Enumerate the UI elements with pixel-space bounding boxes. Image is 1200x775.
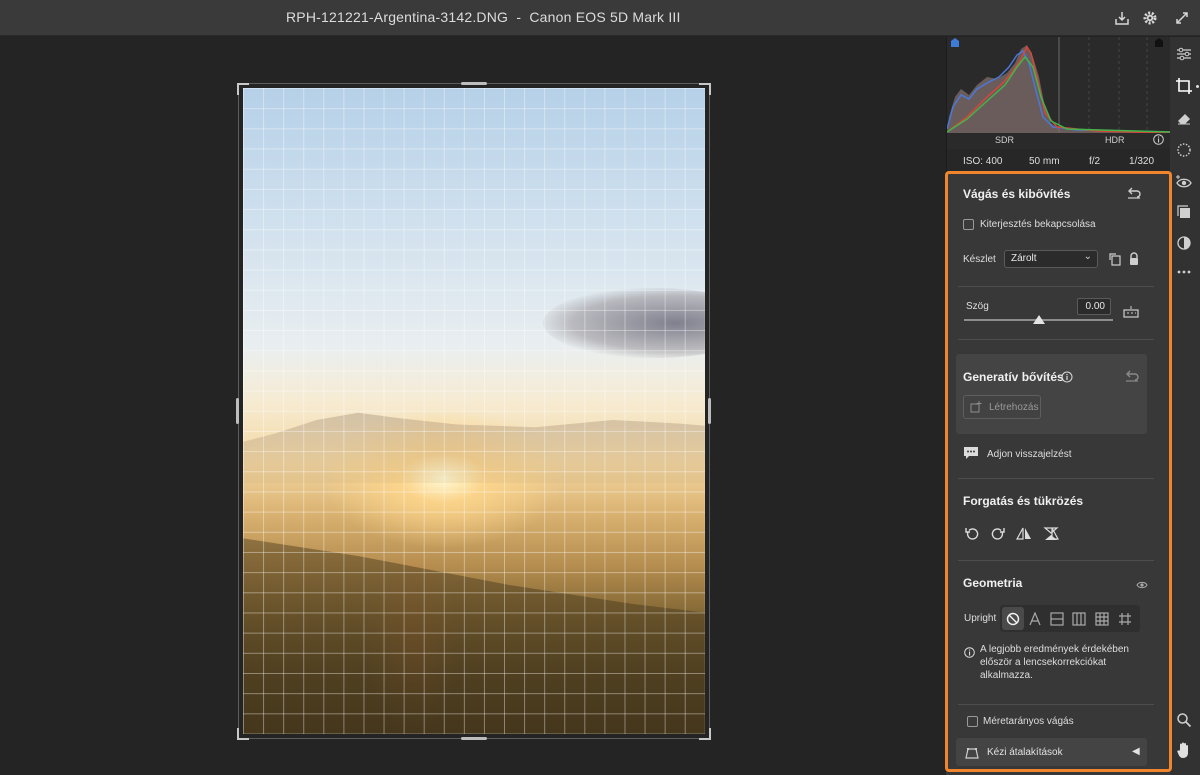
geometry-info-line-1: A legjobb eredmények érdekében (980, 644, 1129, 655)
crop-grid-overlay (243, 88, 705, 734)
upright-guided-icon[interactable] (1114, 607, 1136, 630)
edit-sliders-icon[interactable] (1174, 44, 1194, 64)
upright-label: Upright (964, 613, 997, 624)
active-tool-indicator (1196, 85, 1199, 88)
histogram: SDR HDR (946, 37, 1172, 149)
geometry-info-line-2: először a lencsekorrekciókat (980, 657, 1107, 668)
create-button[interactable]: Létrehozás (963, 395, 1041, 419)
exif-focal-length: 50 mm (1029, 156, 1060, 167)
flip-vertical-icon[interactable] (1043, 526, 1060, 547)
generative-info-icon[interactable] (1061, 370, 1073, 388)
upright-mode-group (1000, 605, 1140, 632)
angle-slider-thumb[interactable] (1033, 315, 1045, 324)
zoom-icon[interactable] (1174, 710, 1194, 730)
transform-icon (965, 746, 979, 764)
exif-aperture: f/2 (1089, 156, 1101, 167)
preset-select[interactable]: Zárolt ⌄ (1004, 250, 1098, 268)
flip-horizontal-icon[interactable] (1015, 526, 1032, 547)
visibility-eye-icon[interactable] (1136, 577, 1148, 595)
crop-handle-bottom-left[interactable] (237, 728, 249, 740)
lock-icon[interactable] (1128, 252, 1140, 271)
angle-input[interactable]: 0.00 (1077, 298, 1111, 315)
swap-orientation-icon[interactable] (1108, 252, 1122, 271)
title-bar: RPH-121221-Argentina-3142.DNG - Canon EO… (0, 0, 1200, 36)
crop-handle-bottom[interactable] (461, 737, 487, 740)
crop-icon[interactable] (1174, 76, 1194, 96)
straighten-tool-icon[interactable] (1122, 305, 1140, 324)
upright-vertical-icon[interactable] (1068, 607, 1090, 630)
masking-icon[interactable] (1174, 140, 1194, 160)
hdr-label: HDR (1105, 135, 1125, 145)
geometry-info-icon (964, 645, 975, 663)
window-title: RPH-121221-Argentina-3142.DNG - Canon EO… (286, 9, 681, 25)
angle-label: Szög (966, 301, 989, 312)
divider (958, 339, 1154, 340)
divider (958, 560, 1154, 561)
red-eye-icon[interactable] (1174, 172, 1194, 192)
histogram-footer: SDR HDR (947, 133, 1171, 149)
geometry-section-title: Geometria (963, 576, 1023, 590)
upright-level-icon[interactable] (1046, 607, 1068, 630)
exif-iso: ISO: 400 (963, 156, 1003, 167)
divider (958, 704, 1154, 705)
preset-value: Zárolt (1011, 253, 1037, 264)
crop-handle-top-right[interactable] (699, 83, 711, 95)
sdr-label: SDR (995, 135, 1015, 145)
extend-checkbox[interactable] (963, 219, 974, 230)
preset-label: Készlet (963, 254, 996, 265)
crop-section-title: Vágás és kibővítés (963, 187, 1071, 201)
info-icon[interactable] (1153, 134, 1164, 147)
manual-transforms-expander[interactable]: Kézi átalakítások ◀ (956, 738, 1147, 766)
save-icon[interactable] (1112, 8, 1132, 28)
create-button-label: Létrehozás (989, 402, 1039, 413)
crop-handle-top[interactable] (461, 82, 487, 85)
reset-crop-icon[interactable] (1126, 186, 1142, 205)
manual-transforms-label: Kézi átalakítások (987, 747, 1063, 758)
reset-generative-icon[interactable] (1124, 369, 1140, 388)
divider (958, 286, 1154, 287)
crop-handle-right[interactable] (708, 398, 711, 424)
exif-bar: ISO: 400 50 mm f/2 1/320 (947, 149, 1171, 173)
eraser-icon[interactable] (1174, 108, 1194, 128)
crop-handle-top-left[interactable] (237, 83, 249, 95)
rotate-left-icon[interactable] (965, 527, 979, 546)
proportional-crop-label: Méretarányos vágás (983, 716, 1074, 727)
rotate-right-icon[interactable] (991, 527, 1005, 546)
settings-gear-icon[interactable] (1140, 8, 1160, 28)
more-icon[interactable] (1174, 262, 1194, 282)
upright-auto-icon[interactable] (1024, 607, 1046, 630)
exif-shutter: 1/320 (1129, 156, 1155, 167)
rotate-section-title: Forgatás és tükrözés (963, 494, 1084, 508)
extend-label: Kiterjesztés bekapcsolása (980, 219, 1096, 230)
hand-icon[interactable] (1174, 740, 1194, 760)
proportional-crop-checkbox[interactable] (967, 716, 978, 727)
generate-icon (970, 401, 982, 416)
upright-off-icon[interactable] (1002, 607, 1024, 630)
expand-caret-icon: ◀ (1132, 746, 1140, 757)
crop-handle-bottom-right[interactable] (699, 728, 711, 740)
fullscreen-icon[interactable] (1172, 8, 1192, 28)
upright-full-icon[interactable] (1091, 607, 1113, 630)
generative-expand-box (956, 354, 1147, 434)
histogram-graph (946, 37, 1172, 134)
photo-preview[interactable] (243, 88, 705, 734)
geometry-info-line-3: alkalmazza. (980, 670, 1033, 681)
feedback-icon[interactable] (963, 446, 979, 465)
generative-title: Generatív bővítés (963, 370, 1064, 384)
chevron-down-icon: ⌄ (1083, 251, 1092, 262)
feedback-link[interactable]: Adjon visszajelzést (987, 449, 1071, 460)
divider (958, 478, 1154, 479)
remove-icon[interactable] (1174, 233, 1194, 253)
crop-handle-left[interactable] (236, 398, 239, 424)
presets-icon[interactable] (1174, 202, 1194, 222)
